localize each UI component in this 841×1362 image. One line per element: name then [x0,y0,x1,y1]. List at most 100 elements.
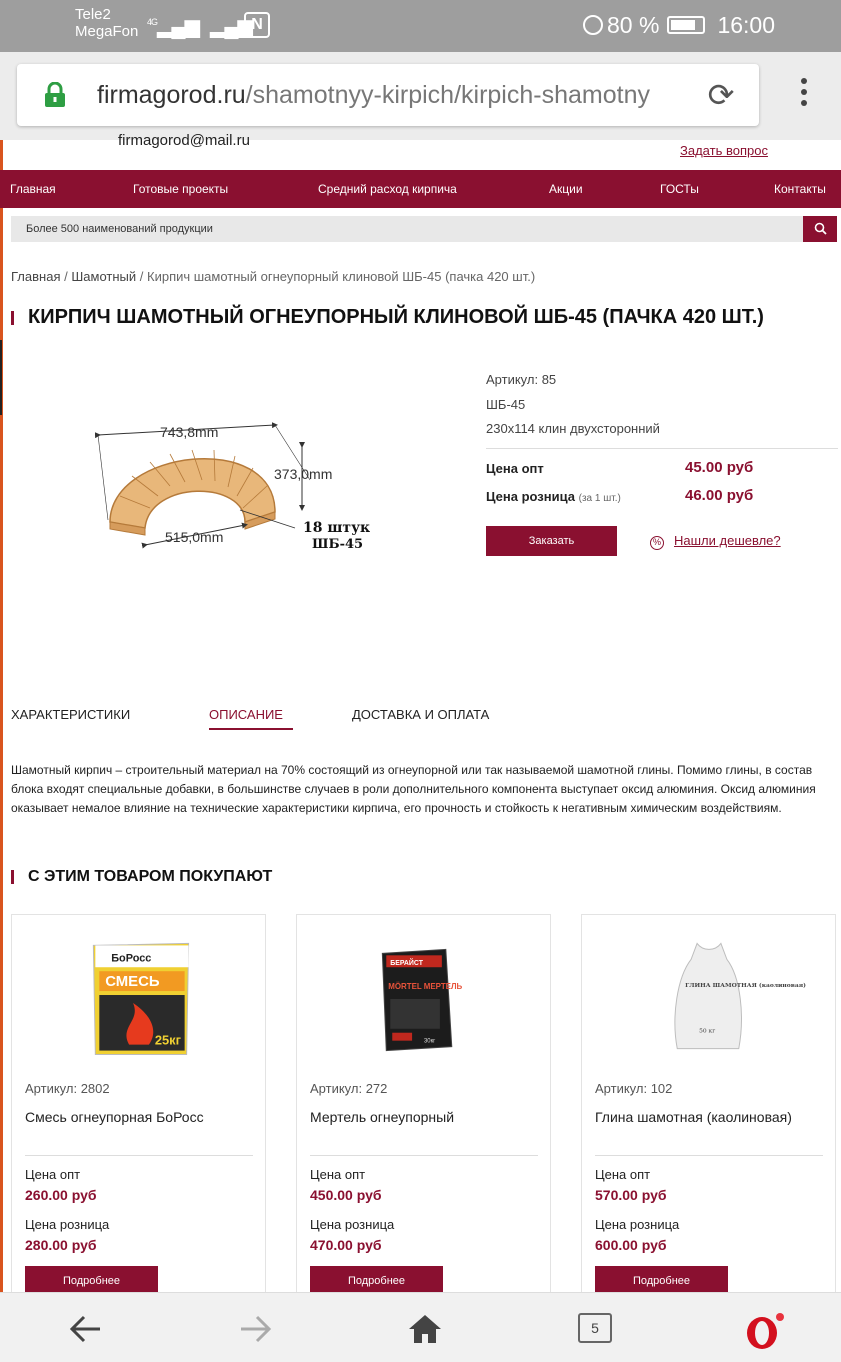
lock-icon [45,82,65,107]
battery-percent: 80 % [607,12,660,38]
svg-text:MÖRTEL МЕРТЕЛЬ: MÖRTEL МЕРТЕЛЬ [388,982,462,991]
opera-logo-icon [747,1313,784,1349]
clock: 16:00 [717,12,775,38]
url-path: /shamotnyy-kirpich/kirpich-shamotny [245,81,650,109]
forward-arrow-icon [241,1315,272,1343]
page-title: КИРПИЧ ШАМОТНЫЙ ОГНЕУПОРНЫЙ КЛИНОВОЙ ШБ-… [28,306,764,328]
image-code-label: ШБ-45 [312,537,363,552]
svg-text:БоРосс: БоРосс [111,952,151,964]
title-accent [11,311,14,325]
product-sku: Артикул: 85 [486,372,557,387]
left-border-line [0,340,2,415]
price-retail-label-group: Цена розница (за 1 шт.) [486,489,621,504]
percent-icon: % [650,536,664,550]
back-button[interactable] [66,1311,106,1347]
card-sku: Артикул: 102 [595,1081,673,1096]
price-retail-label: Цена розница [486,489,575,504]
home-button[interactable] [405,1311,445,1347]
card-name[interactable]: Смесь огнеупорная БоРосс [25,1107,250,1127]
dim-top-label: 743,8mm [160,424,218,440]
svg-text:30кг: 30кг [424,1039,435,1045]
carrier-1: Tele2 [75,6,111,23]
card-price-retail: 600.00 руб [595,1237,667,1253]
card-price-opt: 570.00 руб [595,1187,667,1203]
breadcrumb-category[interactable]: Шамотный [71,269,136,284]
card-price-opt-label: Цена опт [25,1167,81,1182]
search-placeholder: Более 500 наименований продукции [26,223,213,235]
home-icon [409,1315,441,1343]
alarm-icon [583,15,603,35]
signal-icon: 4G▂▄▆ [147,16,200,38]
tab-delivery[interactable]: ДОСТАВКА И ОПЛАТА [352,707,489,722]
divider [486,448,838,449]
svg-text:25кг: 25кг [155,1033,182,1048]
ask-question-link[interactable]: Задать вопрос [680,143,768,158]
product-model: ШБ-45 [486,397,526,412]
card-price-retail-label: Цена розница [595,1217,680,1232]
browser-menu-icon[interactable] [795,78,813,118]
card-name[interactable]: Глина шамотная (каолиновая) [595,1107,820,1127]
breadcrumb: Главная / Шамотный / Кирпич шамотный огн… [11,269,535,284]
price-opt-label: Цена опт [486,461,544,476]
carrier-2: MegaFon [75,23,139,40]
svg-text:БЕРАЙСТ: БЕРАЙСТ [390,958,423,967]
card-price-opt: 260.00 руб [25,1187,97,1203]
product-card[interactable]: БЕРАЙСТ MÖRTEL МЕРТЕЛЬ 30кг Артикул: 272… [296,914,551,1314]
description-text: Шамотный кирпич – строительный материал … [11,763,816,815]
nav-item-contacts[interactable]: Контакты [774,182,826,196]
nav-item-projects[interactable]: Готовые проекты [133,182,228,196]
search-input[interactable]: Более 500 наименований продукции [11,216,803,242]
dim-right-label: 373,0mm [274,466,332,482]
card-price-retail-label: Цена розница [25,1217,110,1232]
product-card-image: БоРосс СМЕСЬ 25кг [92,942,190,1056]
forward-button[interactable] [235,1311,275,1347]
page: Tele2 MegaFon 4G▂▄▆ ▂▄▆ N 80 % 16:00 firm… [0,0,841,1362]
carrier-names: Tele2 MegaFon [75,6,138,40]
price-opt-value: 45.00 руб [685,459,754,476]
card-divider [25,1155,253,1156]
back-arrow-icon [69,1315,100,1343]
nav-item-consumption[interactable]: Средний расход кирпича [318,182,457,196]
address-bar[interactable]: firmagorod.ru/shamotnyy-kirpich/kirpich-… [17,64,759,126]
product-card-image: БЕРАЙСТ MÖRTEL МЕРТЕЛЬ 30кг [381,948,463,1052]
nav-item-home[interactable]: Главная [10,182,56,196]
browser-bottom-nav: 5 [0,1292,841,1362]
card-price-retail: 280.00 руб [25,1237,97,1253]
found-cheaper-link[interactable]: % Нашли дешевле? [650,533,781,550]
related-title: С ЭТИМ ТОВАРОМ ПОКУПАЮТ [28,868,273,885]
breadcrumb-home[interactable]: Главная [11,269,60,284]
price-retail-note: (за 1 шт.) [578,493,621,504]
main-nav: Главная Готовые проекты Средний расход к… [0,170,841,208]
tab-description[interactable]: ОПИСАНИЕ [209,707,283,722]
product-card[interactable]: БоРосс СМЕСЬ 25кг Артикул: 2802 Смесь ог… [11,914,266,1314]
opera-menu-button[interactable] [742,1311,784,1349]
product-card[interactable]: ГЛИНА ШАМОТНАЯ (каолиновая) 50 кг Артику… [581,914,836,1314]
card-price-retail-label: Цена розница [310,1217,395,1232]
card-price-opt: 450.00 руб [310,1187,382,1203]
related-accent [11,870,14,884]
search-button[interactable] [803,216,837,242]
price-retail-value: 46.00 руб [685,487,754,504]
nav-item-gost[interactable]: ГОСТы [660,182,699,196]
reload-icon[interactable]: ⟳ [703,78,739,114]
card-name[interactable]: Мертель огнеупорный [310,1107,535,1127]
tabs-button[interactable]: 5 [575,1311,615,1347]
order-button[interactable]: Заказать [486,526,617,556]
dim-bottom-label: 515,0mm [165,529,223,545]
header-email[interactable]: firmagorod@mail.ru [118,132,250,149]
tabs-count: 5 [578,1313,612,1343]
card-divider [595,1155,823,1156]
browser-toolbar: firmagorod.ru/shamotnyy-kirpich/kirpich-… [0,52,841,140]
status-bar: Tele2 MegaFon 4G▂▄▆ ▂▄▆ N 80 % 16:00 [0,0,841,52]
nav-item-promotions[interactable]: Акции [549,182,583,196]
card-price-opt-label: Цена опт [310,1167,366,1182]
tab-characteristics[interactable]: ХАРАКТЕРИСТИКИ [11,707,130,722]
card-sku: Артикул: 2802 [25,1081,110,1096]
url-text[interactable]: firmagorod.ru/shamotnyy-kirpich/kirpich-… [97,81,682,110]
svg-text:50 кг: 50 кг [699,1028,715,1035]
url-domain: firmagorod.ru [97,81,246,109]
breadcrumb-separator: / [139,269,144,284]
nfc-icon: N [244,12,270,38]
card-divider [310,1155,538,1156]
status-right: 80 % 16:00 [583,12,775,39]
